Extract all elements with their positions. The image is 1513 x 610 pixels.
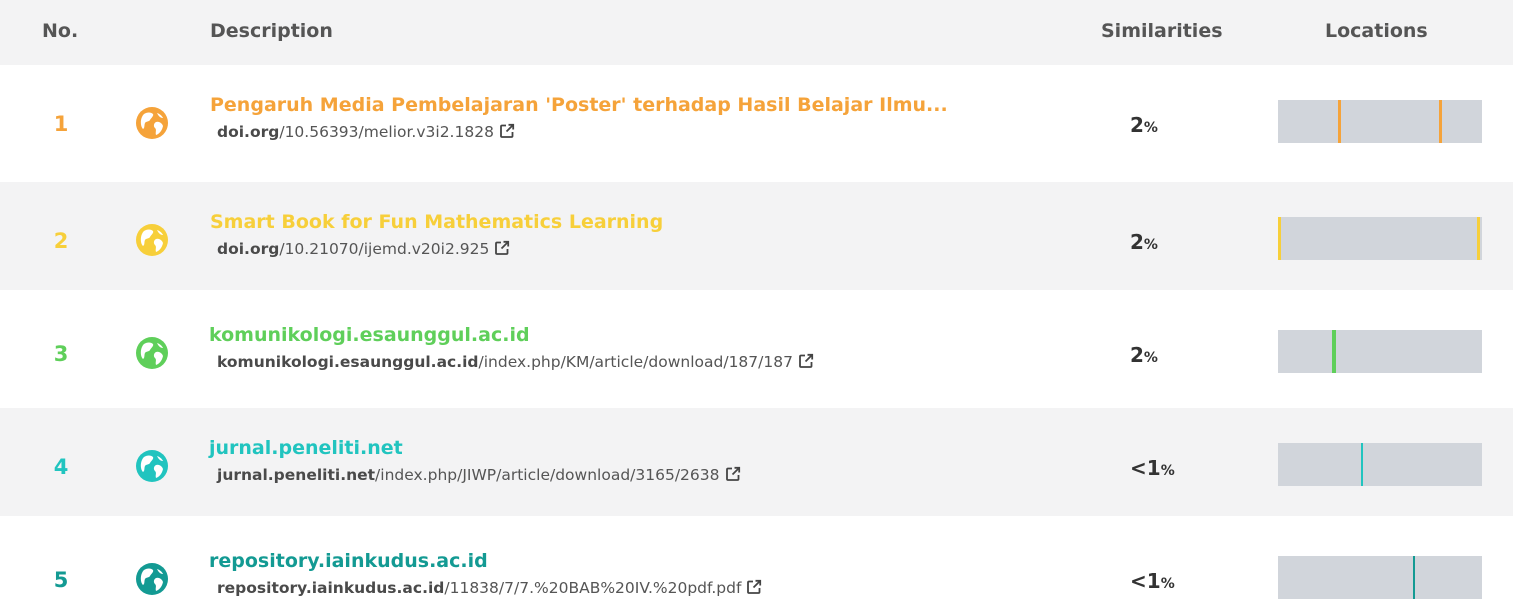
source-title-link[interactable]: komunikologi.esaunggul.ac.id [209,324,530,346]
similarity-value: 2% [1130,230,1230,254]
table-row[interactable]: 3 komunikologi.esaunggul.ac.id komunikol… [0,295,1513,403]
locations-bar[interactable] [1278,556,1482,599]
locations-bar[interactable] [1278,443,1482,486]
similarity-number: <1 [1130,456,1161,480]
percent-sign: % [1160,576,1175,592]
source-title-link[interactable]: Smart Book for Fun Mathematics Learning [210,211,663,233]
similarity-value: <1% [1130,456,1230,480]
column-header-no: No. [42,20,79,42]
source-url-link[interactable]: repository.iainkudus.ac.id/11838/7/7.%20… [217,579,762,597]
percent-sign: % [1143,237,1158,253]
url-host: doi.org [217,123,280,141]
globe-icon [135,562,169,596]
url-path: /10.21070/ijemd.v20i2.925 [279,240,490,258]
location-marker[interactable] [1413,556,1415,599]
url-host: repository.iainkudus.ac.id [217,579,445,597]
location-marker[interactable] [1361,443,1363,486]
locations-bar[interactable] [1278,330,1482,373]
external-link-icon[interactable] [499,123,515,139]
table-row[interactable]: 1 Pengaruh Media Pembelajaran 'Poster' t… [0,65,1513,173]
url-host: komunikologi.esaunggul.ac.id [217,353,479,371]
url-host: jurnal.peneliti.net [217,466,376,484]
location-marker[interactable] [1338,100,1341,143]
location-marker[interactable] [1477,217,1480,260]
source-title-link[interactable]: repository.iainkudus.ac.id [209,550,488,572]
similarity-value: 2% [1130,113,1230,137]
column-header-similarities: Similarities [1101,20,1223,42]
source-url-link[interactable]: jurnal.peneliti.net/index.php/JIWP/artic… [217,466,741,484]
source-title-link[interactable]: jurnal.peneliti.net [209,437,403,459]
location-marker[interactable] [1332,330,1336,373]
percent-sign: % [1160,463,1175,479]
url-path: /11838/7/7.%20BAB%20IV.%20pdf.pdf [444,579,742,597]
location-marker[interactable] [1439,100,1442,143]
url-path: /index.php/JIWP/article/download/3165/26… [375,466,720,484]
globe-icon [135,106,169,140]
table-row[interactable]: 5 repository.iainkudus.ac.id repository.… [0,521,1513,610]
url-path: /index.php/KM/article/download/187/187 [478,353,793,371]
row-number: 2 [53,229,69,253]
url-host: doi.org [217,240,280,258]
similarity-number: 2 [1130,113,1144,137]
row-number: 1 [53,112,69,136]
row-number: 3 [53,342,69,366]
globe-icon [135,449,169,483]
source-url-link[interactable]: komunikologi.esaunggul.ac.id/index.php/K… [217,353,814,371]
similarity-number: 2 [1130,343,1144,367]
column-header-description: Description [210,20,333,42]
similarity-value: 2% [1130,343,1230,367]
table-row[interactable]: 2 Smart Book for Fun Mathematics Learnin… [0,182,1513,290]
external-link-icon[interactable] [494,240,510,256]
table-row[interactable]: 4 jurnal.peneliti.net jurnal.peneliti.ne… [0,408,1513,516]
similarity-number: <1 [1130,569,1161,593]
source-url-link[interactable]: doi.org/10.21070/ijemd.v20i2.925 [217,240,510,258]
percent-sign: % [1143,120,1158,136]
row-number: 5 [53,568,69,592]
globe-icon [135,223,169,257]
similarity-number: 2 [1130,230,1144,254]
percent-sign: % [1143,350,1158,366]
source-title-link[interactable]: Pengaruh Media Pembelajaran 'Poster' ter… [210,94,948,116]
row-number: 4 [53,455,69,479]
external-link-icon[interactable] [746,579,762,595]
source-url-link[interactable]: doi.org/10.56393/melior.v3i2.1828 [217,123,515,141]
table-header: No. Description Similarities Locations [0,0,1513,65]
similarity-value: <1% [1130,569,1230,593]
globe-icon [135,336,169,370]
external-link-icon[interactable] [725,466,741,482]
external-link-icon[interactable] [798,353,814,369]
column-header-locations: Locations [1325,20,1428,42]
location-marker[interactable] [1278,217,1281,260]
url-path: /10.56393/melior.v3i2.1828 [279,123,494,141]
locations-bar[interactable] [1278,100,1482,143]
locations-bar[interactable] [1278,217,1482,260]
